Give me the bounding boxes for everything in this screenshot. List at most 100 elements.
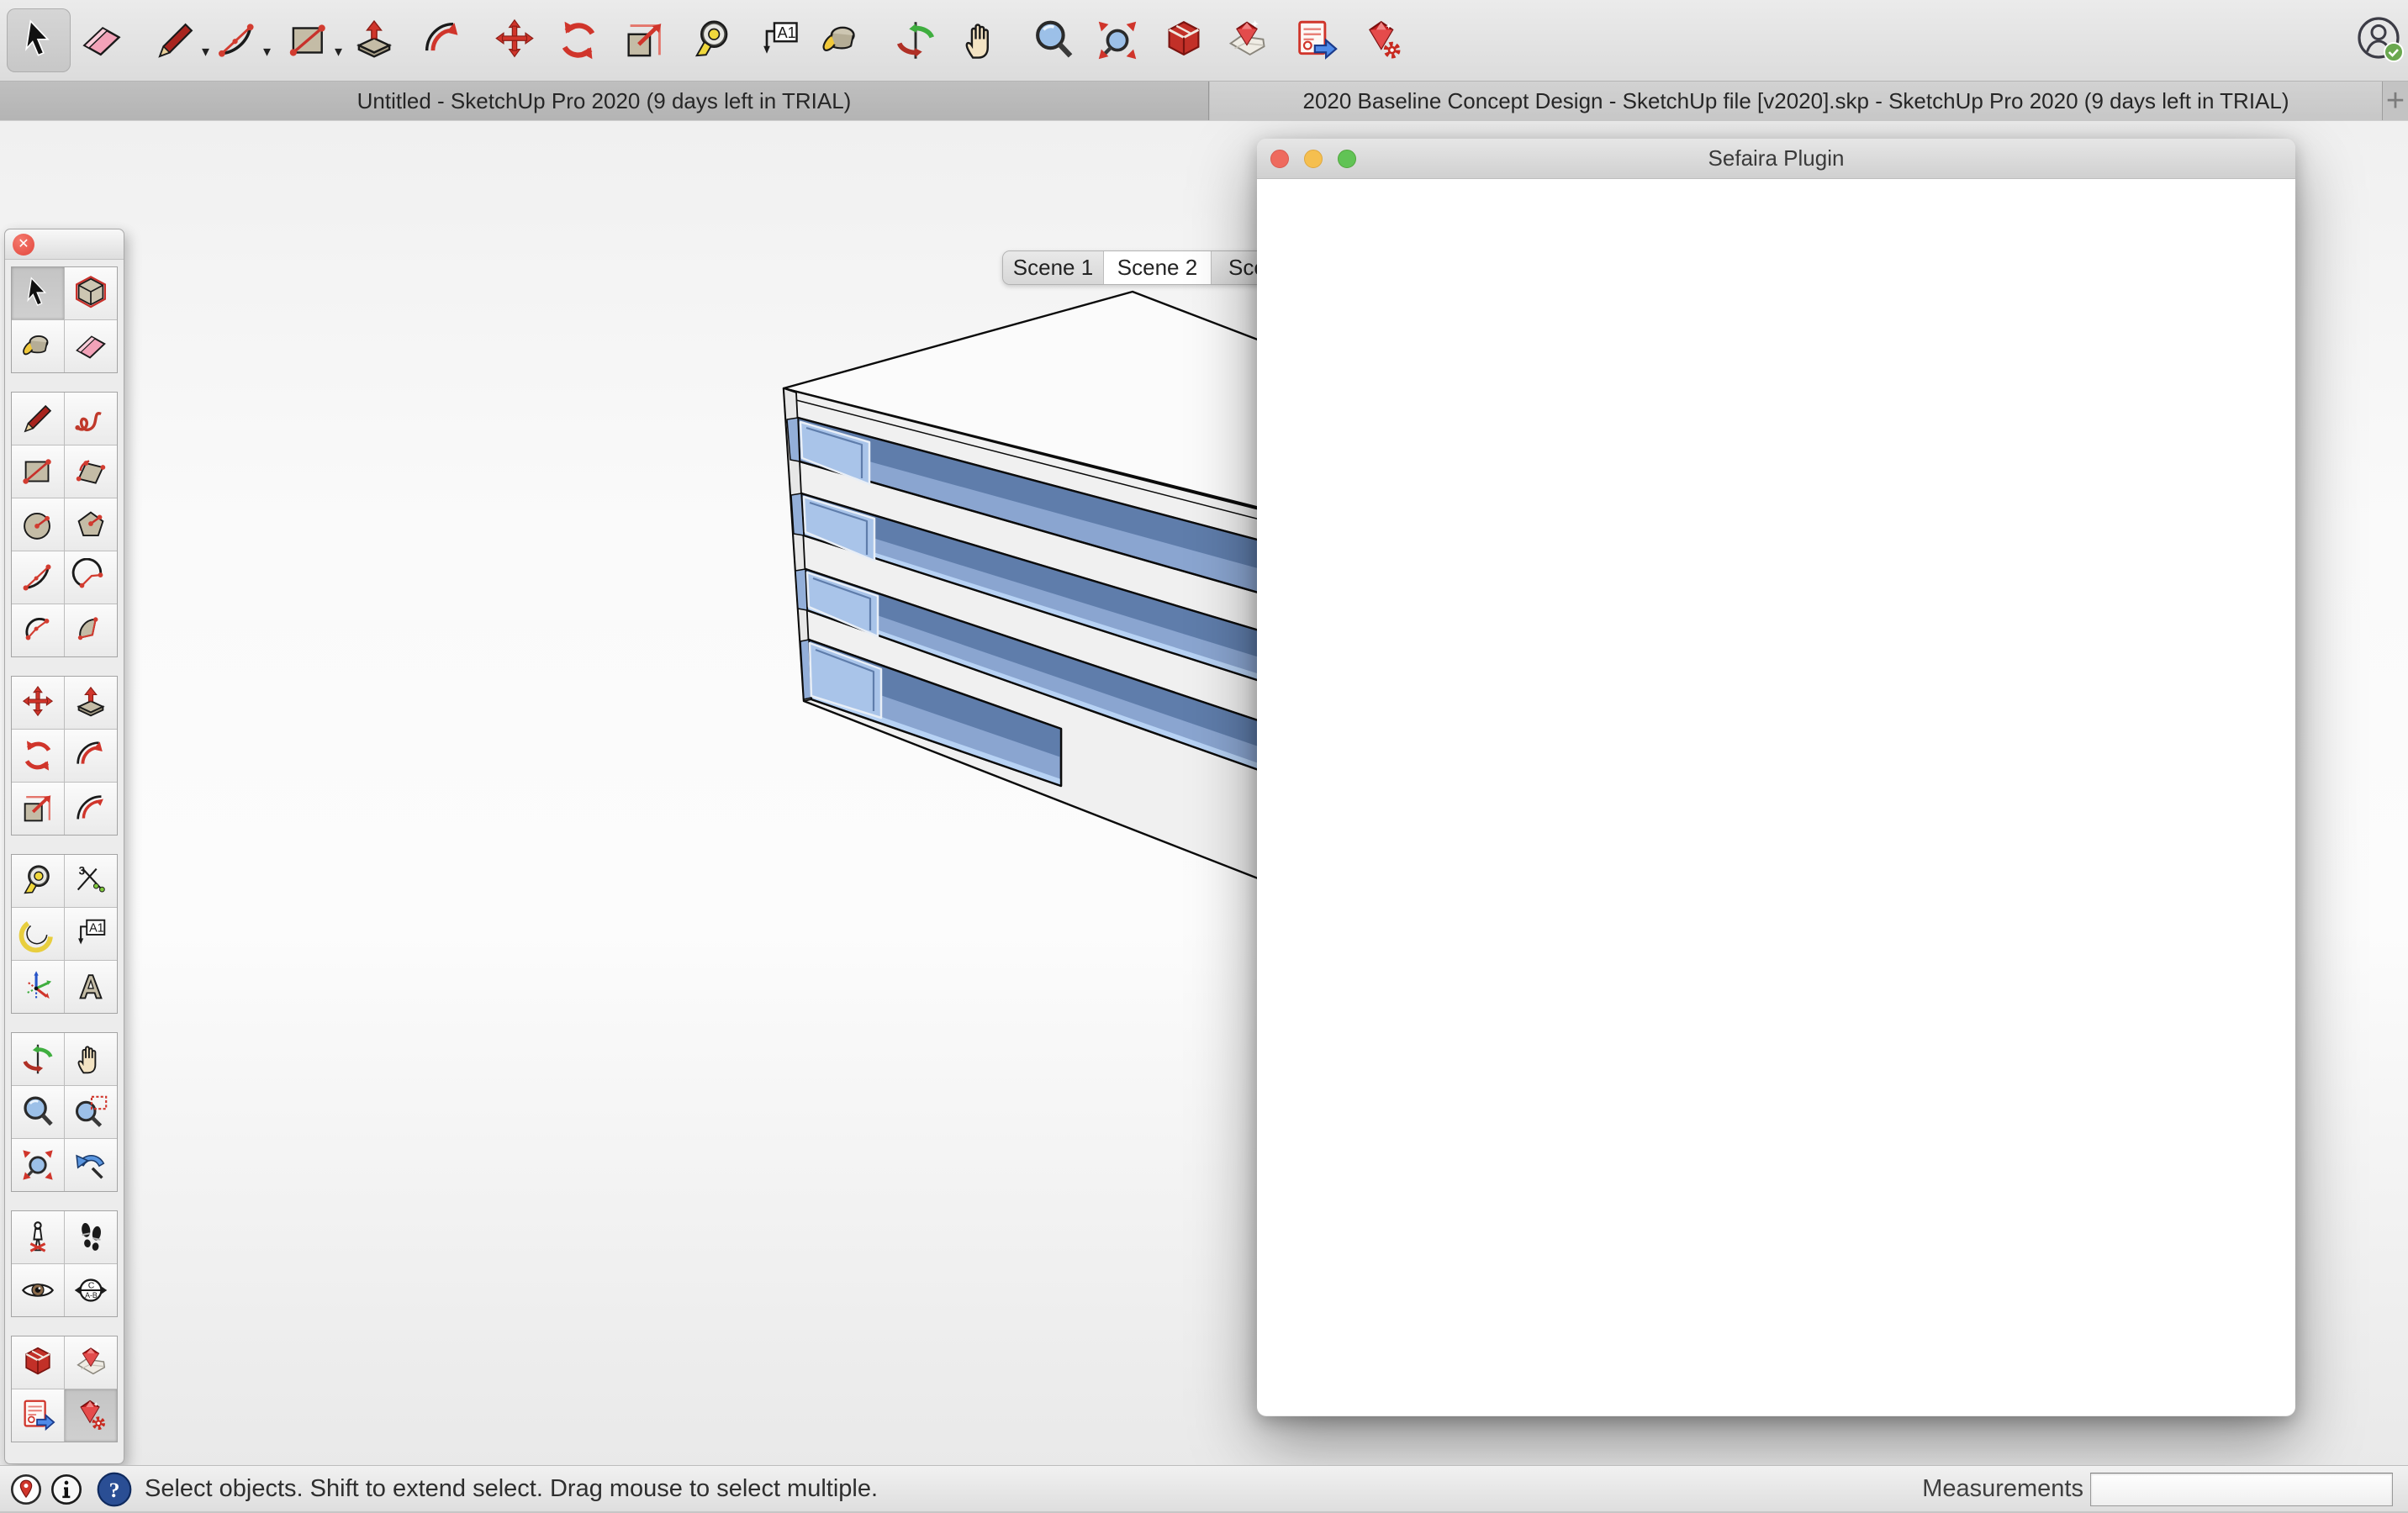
geolocation-icon[interactable] — [9, 1473, 43, 1506]
rotate-tool-button[interactable] — [547, 8, 610, 72]
scale-tool-button[interactable] — [12, 783, 64, 835]
dimension-icon: 3 — [71, 862, 110, 900]
window-tab-title: 2020 Baseline Concept Design - SketchUp … — [1302, 87, 2289, 113]
circle-tool-button[interactable] — [12, 498, 64, 551]
arc-tool-button[interactable] — [65, 551, 117, 604]
plugin-titlebar[interactable]: Sefaira Plugin — [1257, 139, 2295, 179]
pie-tool-button[interactable] — [65, 604, 117, 656]
move-tool-button[interactable] — [483, 8, 547, 72]
dropdown-caret-icon[interactable]: ▾ — [263, 44, 271, 59]
line-tool-button[interactable]: ▾ — [144, 8, 209, 72]
section-plane-tool-button[interactable]: C A-B — [65, 1264, 117, 1316]
eraser-icon — [71, 327, 110, 366]
sefaira-export-tool-button[interactable] — [12, 1389, 64, 1442]
info-icon[interactable] — [50, 1473, 83, 1506]
orbit-tool-button[interactable] — [12, 1033, 64, 1085]
new-tab-button[interactable]: + — [2382, 82, 2408, 120]
dimension-tool-button[interactable]: 3 — [65, 855, 117, 907]
minimize-button[interactable] — [1304, 150, 1323, 168]
tape-measure-tool-button[interactable] — [12, 855, 64, 907]
help-icon[interactable]: ? — [96, 1471, 133, 1508]
sefaira-settings-tool-button[interactable] — [65, 1389, 117, 1442]
sefaira-export-tool-button[interactable] — [1284, 8, 1348, 72]
polygon-tool-button[interactable] — [65, 498, 117, 551]
axes-tool-button[interactable] — [12, 961, 64, 1013]
window-tab-untitled[interactable]: Untitled - SketchUp Pro 2020 (9 days lef… — [0, 82, 1209, 120]
walk-tool-button[interactable] — [65, 1211, 117, 1263]
text-tool-button[interactable]: A1 — [747, 8, 811, 72]
zoom-extents-tool-button[interactable] — [12, 1139, 64, 1191]
palette-group — [11, 1336, 118, 1442]
offset-tool-button[interactable] — [65, 783, 117, 835]
protractor-tool-button[interactable] — [12, 908, 64, 960]
sefaira-analysis-tool-button[interactable] — [65, 1336, 117, 1389]
tool-palette-body: 3 A1 C A-B — [5, 260, 124, 1468]
pan-tool-button[interactable] — [950, 8, 1014, 72]
tool-palette-header[interactable]: ✕ — [5, 229, 124, 260]
previous-tool-button[interactable] — [65, 1139, 117, 1191]
text-tool-button[interactable]: A1 — [65, 908, 117, 960]
eraser-tool-button[interactable] — [65, 320, 117, 372]
select-icon — [14, 16, 63, 65]
pan-icon — [958, 16, 1006, 65]
paint-bucket-tool-button[interactable] — [12, 320, 64, 372]
zoom-tool-button[interactable] — [1022, 8, 1085, 72]
status-bar: ? Select objects. Shift to extend select… — [0, 1465, 2408, 1513]
rotate-tool-button[interactable] — [12, 730, 64, 782]
push-pull-icon — [350, 16, 399, 65]
measurements-input[interactable] — [2090, 1473, 2393, 1506]
scene-tab-2[interactable]: Scene 2 — [1104, 251, 1212, 284]
move-tool-button[interactable] — [12, 677, 64, 729]
rectangle-tool-button[interactable] — [12, 445, 64, 498]
rotate-icon — [18, 736, 57, 775]
sefaira-analysis-tool-button[interactable] — [1215, 8, 1279, 72]
position-camera-tool-button[interactable] — [12, 1211, 64, 1263]
tape-measure-tool-button[interactable] — [681, 8, 745, 72]
look-around-tool-button[interactable] — [12, 1264, 64, 1316]
arc-3-point-tool-button[interactable] — [12, 604, 64, 656]
tape-measure-icon — [18, 862, 57, 900]
axes-icon — [18, 967, 57, 1006]
close-icon[interactable]: ✕ — [13, 234, 34, 256]
follow-me-tool-button[interactable] — [411, 8, 475, 72]
select-tool-button[interactable] — [12, 267, 64, 319]
sefaira-entities-icon — [18, 1343, 57, 1382]
scale-tool-button[interactable] — [613, 8, 677, 72]
palette-group — [11, 1032, 118, 1192]
zoom-extents-tool-button[interactable] — [1085, 8, 1149, 72]
model-canvas[interactable] — [748, 281, 1274, 890]
follow-me-icon — [71, 736, 110, 775]
push-pull-tool-button[interactable] — [342, 8, 406, 72]
sefaira-entities-tool-button[interactable] — [12, 1336, 64, 1389]
dropdown-caret-icon[interactable]: ▾ — [335, 44, 342, 59]
orbit-tool-button[interactable] — [884, 8, 948, 72]
sefaira-entities-tool-button[interactable] — [1152, 8, 1216, 72]
window-tab-title: Untitled - SketchUp Pro 2020 (9 days lef… — [356, 87, 852, 113]
window-tab-baseline[interactable]: 2020 Baseline Concept Design - SketchUp … — [1210, 82, 2382, 120]
zoom-tool-button[interactable] — [12, 1086, 64, 1138]
eraser-tool-button[interactable] — [70, 8, 134, 72]
sketchup-app: ▾ ▾ ▾ A1 Untitled - SketchUp Pro 2020 (9 da… — [0, 0, 2408, 1513]
pan-tool-button[interactable] — [65, 1033, 117, 1085]
line-tool-button[interactable] — [12, 393, 64, 445]
scene-tab-1[interactable]: Scene 1 — [1003, 251, 1104, 284]
select-tool-button[interactable] — [7, 8, 71, 72]
account-icon[interactable] — [2355, 15, 2405, 66]
freehand-tool-button[interactable] — [65, 393, 117, 445]
circle-icon — [18, 505, 57, 544]
rectangle-tool-button[interactable]: ▾ — [277, 8, 342, 72]
paint-bucket-tool-button[interactable] — [810, 8, 874, 72]
push-pull-tool-button[interactable] — [65, 677, 117, 729]
3d-text-tool-button[interactable] — [65, 961, 117, 1013]
fullscreen-button[interactable] — [1338, 150, 1356, 168]
close-button[interactable] — [1270, 150, 1289, 168]
zoom-window-tool-button[interactable] — [65, 1086, 117, 1138]
arc-2-point-tool-button[interactable] — [12, 551, 64, 604]
rotated-rectangle-icon — [71, 452, 110, 491]
rotated-rectangle-tool-button[interactable] — [65, 445, 117, 498]
make-component-tool-button[interactable] — [65, 267, 117, 319]
follow-me-tool-button[interactable] — [65, 730, 117, 782]
arc-2-point-tool-button[interactable]: ▾ — [205, 8, 271, 72]
orbit-icon — [891, 16, 940, 65]
sefaira-settings-tool-button[interactable] — [1350, 8, 1414, 72]
